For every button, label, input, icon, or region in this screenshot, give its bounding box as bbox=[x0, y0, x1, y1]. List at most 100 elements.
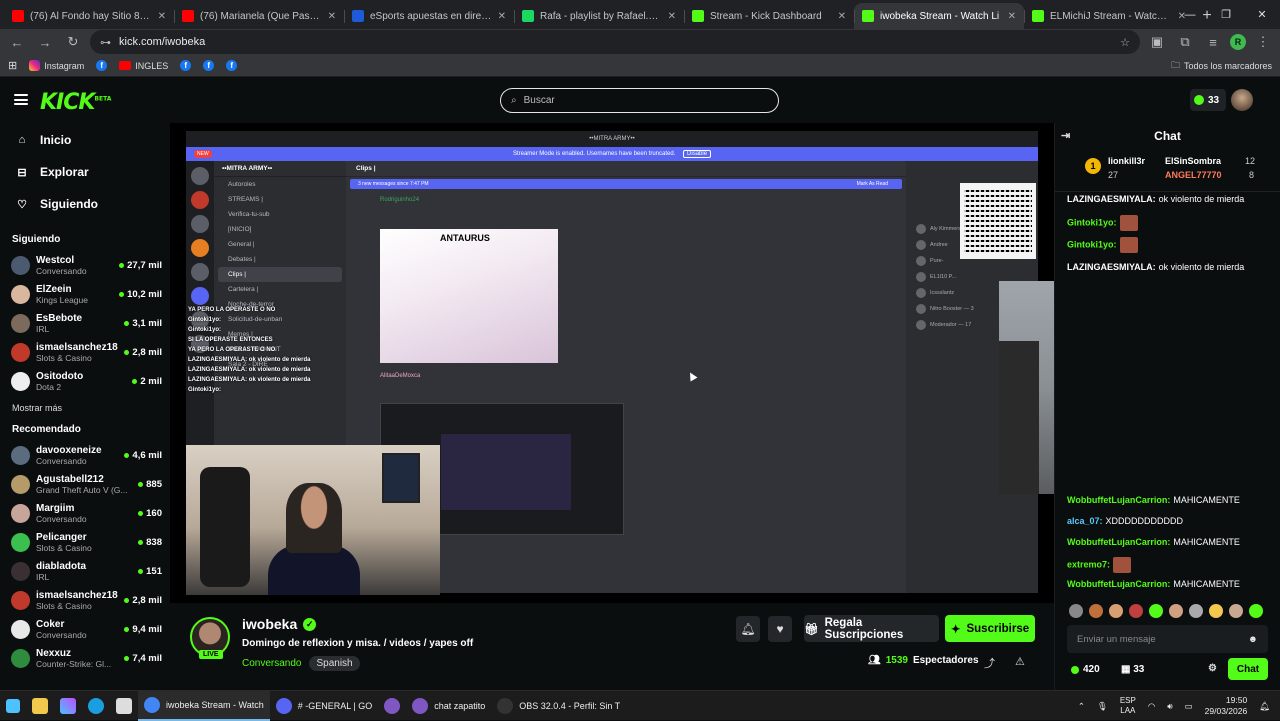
emote-icon[interactable] bbox=[1149, 604, 1163, 618]
gear-icon[interactable]: ⚙ bbox=[1208, 663, 1217, 674]
nav-item-siguiendo[interactable]: ♡ Siguiendo bbox=[0, 188, 170, 220]
sidebar-channel[interactable]: Westcol Conversando 27,7 mil bbox=[0, 251, 170, 280]
browser-tab[interactable]: ELMichiJ Stream - Watch Live c✕ bbox=[1024, 3, 1194, 29]
browser-menu-icon[interactable]: ⋮ bbox=[1252, 31, 1274, 53]
sidebar-channel[interactable]: Coker Conversando 9,4 mil bbox=[0, 615, 170, 644]
close-tab-icon[interactable]: ✕ bbox=[838, 11, 846, 22]
mic-icon[interactable]: 🎙︎ bbox=[1097, 701, 1108, 712]
sidebar-channel[interactable]: Pelicanger Slots & Casino 838 bbox=[0, 528, 170, 557]
apps-grid-icon[interactable]: ⊞ bbox=[8, 59, 17, 72]
sidebar-channel[interactable]: Agustabell212 Grand Theft Auto V (G... 885 bbox=[0, 470, 170, 499]
bookmark-item[interactable]: f bbox=[226, 60, 238, 71]
chat-username[interactable]: LAZINGAESMIYALA: bbox=[1067, 262, 1156, 272]
close-tab-icon[interactable]: ✕ bbox=[668, 11, 676, 22]
close-tab-icon[interactable]: ✕ bbox=[328, 11, 336, 22]
restore-icon[interactable]: ❐ bbox=[1208, 0, 1244, 29]
emote-icon[interactable] bbox=[1089, 604, 1103, 618]
sidebar-channel[interactable]: davooxeneize Conversando 4,6 mil bbox=[0, 441, 170, 470]
bookmark-star-icon[interactable]: ☆ bbox=[1120, 36, 1130, 49]
browser-tab[interactable]: Stream - Kick Dashboard ✕ bbox=[684, 3, 854, 29]
address-bar[interactable]: ⊶ kick.com/iwobeka ☆ bbox=[90, 30, 1140, 54]
wifi-icon[interactable]: ◠ bbox=[1148, 701, 1155, 712]
taskbar-app[interactable] bbox=[378, 691, 406, 721]
emote-icon[interactable] bbox=[1169, 604, 1183, 618]
chat-gifts[interactable]: ▦ 33 bbox=[1121, 664, 1144, 675]
top-gifter-2-name[interactable]: ElSinSombra bbox=[1165, 156, 1221, 166]
subscribe-button[interactable]: ✦ Suscribirse bbox=[945, 615, 1035, 642]
media-icon[interactable]: ▣ bbox=[1146, 31, 1168, 53]
top-gifter-1-name[interactable]: lionkill3r bbox=[1108, 156, 1145, 166]
emote-icon[interactable] bbox=[1129, 604, 1143, 618]
streamer-name[interactable]: iwobeka bbox=[242, 616, 297, 632]
emote-icon[interactable] bbox=[1189, 604, 1203, 618]
sidebar-channel[interactable]: Margiim Conversando 160 bbox=[0, 499, 170, 528]
kick-logo[interactable]: KICKBETA bbox=[40, 90, 111, 115]
emote-icon[interactable] bbox=[1109, 604, 1123, 618]
share-icon[interactable]: ⤴ bbox=[984, 655, 995, 671]
nav-item-explorar[interactable]: ⊟ Explorar bbox=[0, 156, 170, 188]
gift-subs-button[interactable]: 🎁︎ Regala Suscripciones bbox=[804, 615, 939, 642]
bookmark-item[interactable]: f bbox=[180, 60, 192, 71]
kick-points-badge[interactable]: 33 bbox=[1190, 89, 1226, 111]
browser-tab[interactable]: iwobeka Stream - Watch Li ✕ bbox=[854, 3, 1024, 29]
chat-username[interactable]: Gintoki1yo: bbox=[1067, 217, 1117, 227]
close-tab-icon[interactable]: ✕ bbox=[498, 11, 506, 22]
minimize-icon[interactable]: — bbox=[1172, 0, 1208, 29]
chat-input[interactable]: Enviar un mensaje ☻ bbox=[1067, 625, 1268, 653]
send-chat-button[interactable]: Chat bbox=[1228, 658, 1268, 680]
start-button[interactable] bbox=[0, 691, 26, 721]
volume-icon[interactable]: 🔊︎ bbox=[1167, 701, 1172, 712]
notifications-icon[interactable]: 🔔︎ bbox=[1259, 701, 1270, 712]
chat-username[interactable]: extremo7: bbox=[1067, 559, 1110, 569]
notification-bell-icon[interactable]: 🔔︎ bbox=[736, 616, 760, 642]
browser-tab[interactable]: Rafa - playlist by Rafael.xared | ✕ bbox=[514, 3, 684, 29]
bookmark-item[interactable]: Instagram bbox=[29, 60, 84, 71]
browser-tab[interactable]: (76) Al Fondo hay Sitio 8: Ferna ✕ bbox=[4, 3, 174, 29]
video-player[interactable]: ••MITRA ARMY•• NEW Streamer Mode is enab… bbox=[170, 123, 1054, 603]
taskbar-app[interactable]: chat zapatito bbox=[406, 691, 491, 721]
search-input[interactable]: ⌕ Buscar bbox=[500, 88, 779, 113]
sidebar-channel[interactable]: diabladota IRL 151 bbox=[0, 557, 170, 586]
nav-item-inicio[interactable]: ⌂ Inicio bbox=[0, 124, 170, 156]
store-icon[interactable] bbox=[110, 691, 138, 721]
emoji-picker-icon[interactable]: ☻ bbox=[1248, 634, 1258, 645]
taskbar-app[interactable]: OBS 32.0.4 - Perfil: Sin T bbox=[491, 691, 626, 721]
channel-points[interactable]: 420 bbox=[1071, 664, 1100, 675]
close-tab-icon[interactable]: ✕ bbox=[158, 11, 166, 22]
extensions-icon[interactable]: ⧉ bbox=[1174, 31, 1196, 53]
bookmark-item[interactable]: f bbox=[203, 60, 215, 71]
show-more-link[interactable]: Mostrar más bbox=[0, 396, 170, 418]
profile-avatar[interactable]: R bbox=[1230, 34, 1246, 50]
taskbar-app[interactable]: # -GENERAL | GO bbox=[270, 691, 379, 721]
chat-username[interactable]: alca_07: bbox=[1067, 516, 1103, 526]
file-explorer-icon[interactable] bbox=[26, 691, 54, 721]
language-tag[interactable]: Spanish bbox=[309, 656, 360, 671]
clock[interactable]: 19:50 29/03/2026 bbox=[1205, 695, 1248, 717]
collapse-chat-icon[interactable]: ⇥ bbox=[1061, 129, 1070, 142]
chat-username[interactable]: WobbuffetLujanCarrion: bbox=[1067, 579, 1170, 589]
sidebar-channel[interactable]: ElZeein Kings League 10,2 mil bbox=[0, 280, 170, 309]
taskbar-app[interactable]: iwobeka Stream - Watch bbox=[138, 690, 270, 721]
tab-search-icon[interactable]: ≡ bbox=[1202, 31, 1224, 53]
chat-username[interactable]: Gintoki1yo: bbox=[1067, 239, 1117, 249]
bookmark-item[interactable]: f bbox=[96, 60, 108, 71]
follow-heart-icon[interactable]: ♥ bbox=[768, 616, 792, 642]
report-icon[interactable]: ⚠ bbox=[1015, 655, 1025, 668]
edge-icon[interactable] bbox=[82, 691, 110, 721]
sidebar-channel[interactable]: Nexxuz Counter-Strike: Gl... 7,4 mil bbox=[0, 644, 170, 673]
language-indicator[interactable]: ESP LAA bbox=[1120, 696, 1136, 716]
tray-chevron-icon[interactable]: ⌃ bbox=[1078, 701, 1085, 712]
emote-icon[interactable] bbox=[1229, 604, 1243, 618]
sidebar-channel[interactable]: EsBebote IRL 3,1 mil bbox=[0, 309, 170, 338]
chat-username[interactable]: LAZINGAESMIYALA: bbox=[1067, 194, 1156, 204]
sidebar-channel[interactable]: Ositodoto Dota 2 2 mil bbox=[0, 367, 170, 396]
user-avatar[interactable] bbox=[1231, 89, 1253, 111]
chat-username[interactable]: WobbuffetLujanCarrion: bbox=[1067, 495, 1170, 505]
sidebar-channel[interactable]: ismaelsanchez18 Slots & Casino 2,8 mil bbox=[0, 338, 170, 367]
browser-tab[interactable]: (76) Marianela (Que Pasa) (Exte ✕ bbox=[174, 3, 344, 29]
forward-icon[interactable]: → bbox=[34, 31, 56, 53]
emote-icon[interactable] bbox=[1069, 604, 1083, 618]
all-bookmarks[interactable]: 🗀 Todos los marcadores bbox=[1171, 58, 1272, 74]
reload-icon[interactable]: ↻ bbox=[62, 31, 84, 53]
copilot-icon[interactable] bbox=[54, 691, 82, 721]
